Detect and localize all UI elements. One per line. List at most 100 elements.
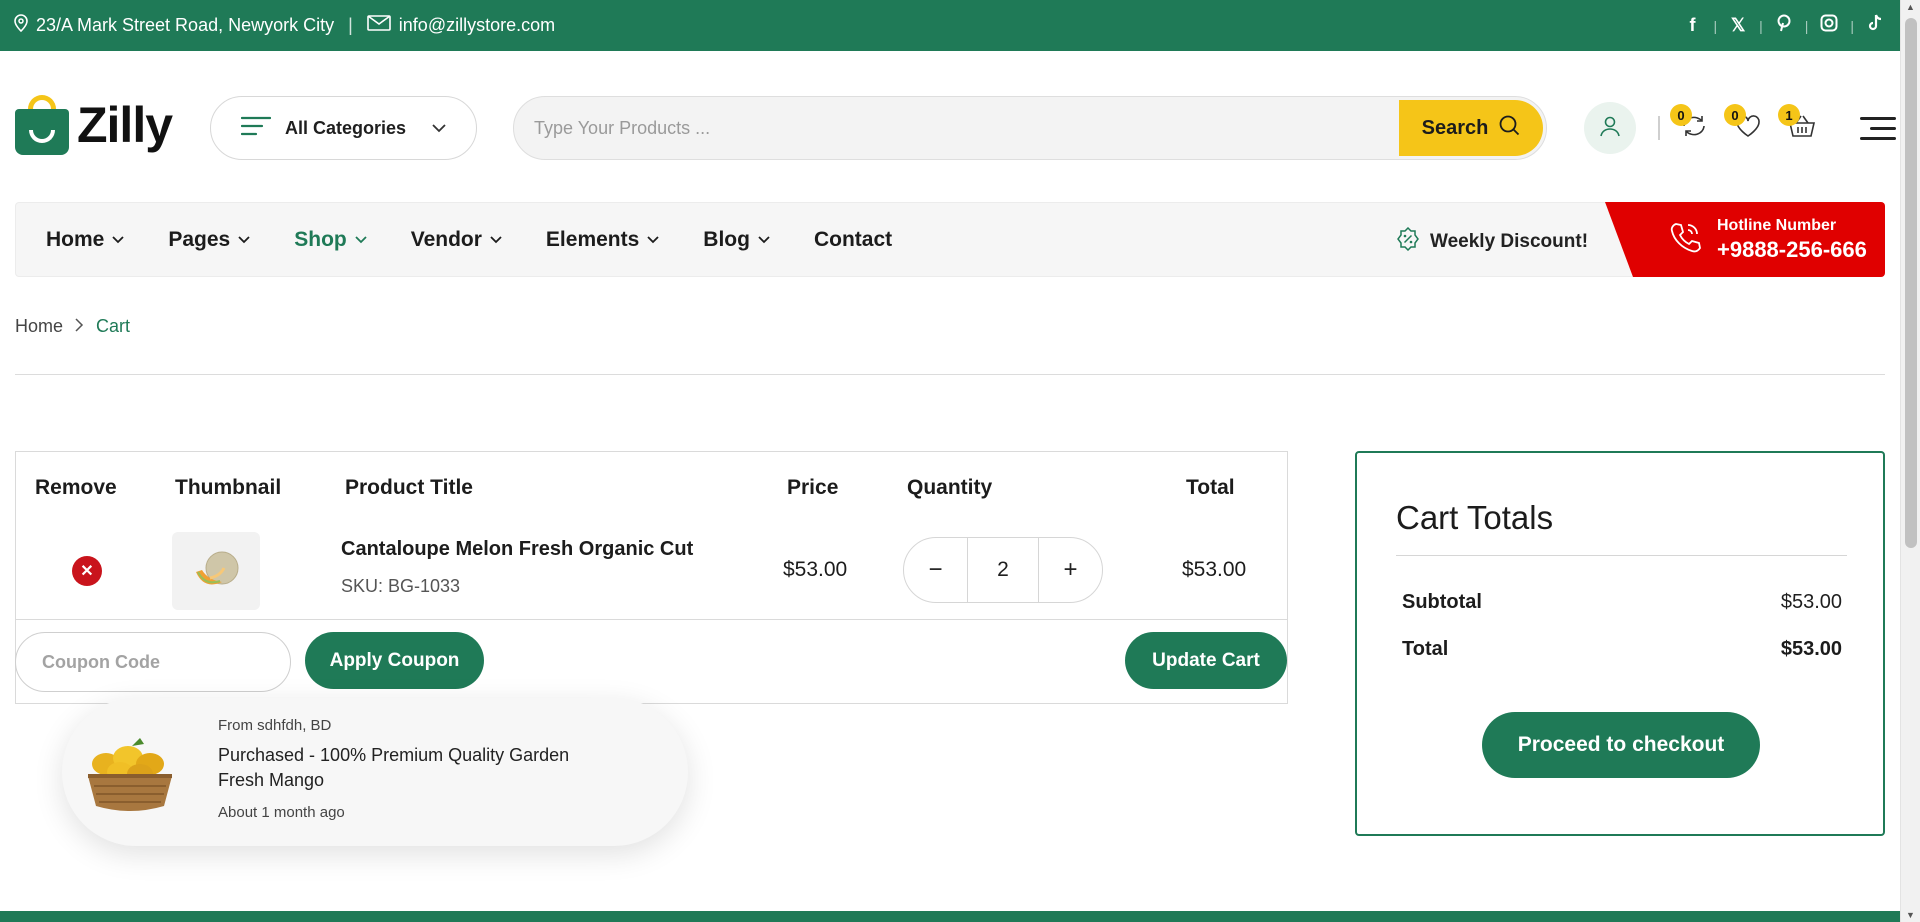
breadcrumb: Home Cart bbox=[15, 316, 130, 337]
account-button[interactable] bbox=[1584, 102, 1636, 154]
instagram-icon[interactable] bbox=[1818, 14, 1840, 37]
scroll-down-arrow-icon[interactable]: ▼ bbox=[1906, 910, 1915, 920]
nav-item-label: Vendor bbox=[410, 227, 482, 251]
compare-count-badge: 0 bbox=[1670, 104, 1692, 126]
weekly-discount-link[interactable]: Weekly Discount! bbox=[1396, 226, 1589, 257]
header-remove: Remove bbox=[35, 476, 117, 499]
nav-item-label: Elements bbox=[545, 227, 640, 251]
search-input[interactable] bbox=[514, 97, 1399, 159]
weekly-discount-label: Weekly Discount! bbox=[1430, 231, 1589, 252]
hotline-label: Hotline Number bbox=[1717, 216, 1837, 234]
cart-table: Remove Thumbnail Product Title Price Qua… bbox=[15, 451, 1288, 704]
page-scrollbar[interactable]: ▲ ▼ bbox=[1900, 0, 1920, 922]
purchase-time: About 1 month ago bbox=[218, 804, 345, 821]
email-item[interactable]: info@zillystore.com bbox=[366, 15, 555, 36]
chevron-down-icon bbox=[758, 232, 770, 247]
compare-button[interactable]: 0 bbox=[1670, 104, 1714, 148]
all-categories-dropdown[interactable]: All Categories bbox=[210, 96, 477, 160]
row-divider bbox=[16, 619, 1287, 620]
nav-item-home[interactable]: Home bbox=[46, 228, 124, 252]
nav-item-contact[interactable]: Contact bbox=[814, 228, 892, 252]
nav-item-vendor[interactable]: Vendor bbox=[411, 228, 502, 252]
nav-item-label: Pages bbox=[168, 227, 231, 251]
search-bar: Search bbox=[513, 96, 1547, 160]
product-sku: SKU: BG-1033 bbox=[341, 576, 461, 596]
x-icon[interactable]: 𝕏 bbox=[1727, 15, 1749, 36]
social-links: f | 𝕏 | | | bbox=[1681, 14, 1886, 37]
update-cart-button[interactable]: Update Cart bbox=[1125, 632, 1287, 689]
subtotal-label: Subtotal bbox=[1402, 591, 1482, 613]
mango-basket-image bbox=[88, 738, 172, 811]
menu-lines-icon bbox=[240, 116, 272, 141]
categories-label: All Categories bbox=[285, 117, 407, 138]
product-line-total: $53.00 bbox=[1182, 558, 1247, 581]
address-text: 23/A Mark Street Road, Newyork City bbox=[36, 15, 335, 35]
coupon-code-input[interactable]: Coupon Code bbox=[15, 632, 291, 692]
remove-item-button[interactable]: ✕ bbox=[72, 556, 102, 586]
cart-totals-heading: Cart Totals bbox=[1396, 499, 1554, 536]
pinterest-icon[interactable] bbox=[1773, 14, 1795, 37]
wishlist-button[interactable]: 0 bbox=[1724, 104, 1768, 148]
close-icon: ✕ bbox=[80, 563, 94, 580]
chevron-down-icon bbox=[355, 232, 367, 247]
subtotal-row: Subtotal $53.00 bbox=[1402, 591, 1842, 614]
total-value: $53.00 bbox=[1780, 638, 1842, 660]
breadcrumb-current: Cart bbox=[96, 316, 131, 336]
tiktok-icon[interactable] bbox=[1864, 14, 1886, 37]
chevron-right-icon bbox=[75, 316, 84, 337]
nav-item-shop[interactable]: Shop bbox=[294, 228, 367, 252]
shopping-bag-logo-icon bbox=[15, 95, 69, 155]
product-price: $53.00 bbox=[783, 558, 848, 581]
top-info-bar: 23/A Mark Street Road, Newyork City | in… bbox=[0, 0, 1900, 51]
purchase-location: From sdhfdh, BD bbox=[218, 717, 332, 734]
search-button[interactable]: Search bbox=[1399, 100, 1543, 156]
user-icon bbox=[1599, 115, 1621, 142]
total-row: Total $53.00 bbox=[1402, 638, 1842, 661]
decrease-quantity-button[interactable]: − bbox=[904, 556, 967, 584]
nav-item-blog[interactable]: Blog bbox=[703, 228, 770, 252]
topbar-separator: | bbox=[348, 15, 353, 35]
nav-item-label: Shop bbox=[294, 227, 347, 251]
nav-item-label: Home bbox=[46, 227, 105, 251]
header-icons: 0 0 1 bbox=[1584, 101, 1896, 155]
nav-item-pages[interactable]: Pages bbox=[168, 228, 250, 252]
hotline-number[interactable]: +9888-256-666 bbox=[1717, 237, 1867, 263]
product-title-link[interactable]: Cantaloupe Melon Fresh Organic Cut bbox=[341, 538, 693, 561]
subtotal-value: $53.00 bbox=[1780, 591, 1842, 613]
chevron-down-icon bbox=[112, 232, 124, 247]
chevron-down-icon bbox=[490, 232, 502, 247]
chevron-down-icon bbox=[432, 120, 446, 136]
nav-item-label: Contact bbox=[813, 227, 893, 251]
product-thumbnail[interactable] bbox=[172, 532, 260, 610]
quantity-stepper: − 2 + bbox=[903, 537, 1103, 603]
proceed-to-checkout-button[interactable]: Proceed to checkout bbox=[1482, 712, 1760, 778]
scrollbar-thumb[interactable] bbox=[1905, 18, 1917, 548]
hotline-box[interactable]: Hotline Number +9888-256-666 bbox=[1605, 202, 1885, 277]
scroll-up-arrow-icon[interactable]: ▲ bbox=[1906, 2, 1915, 12]
facebook-icon[interactable]: f bbox=[1681, 15, 1703, 36]
nav-item-label: Blog bbox=[703, 227, 750, 251]
email-link[interactable]: info@zillystore.com bbox=[399, 15, 555, 36]
header-divider bbox=[1658, 116, 1660, 140]
footer-top-edge bbox=[0, 911, 1900, 922]
cart-button[interactable]: 1 bbox=[1778, 104, 1822, 148]
quantity-input[interactable]: 2 bbox=[967, 538, 1039, 602]
recent-purchase-popup[interactable]: From sdhfdh, BD Purchased - 100% Premium… bbox=[62, 698, 688, 846]
header-thumbnail: Thumbnail bbox=[175, 476, 282, 499]
logo-text: Zilly bbox=[77, 97, 173, 153]
breadcrumb-home[interactable]: Home bbox=[15, 316, 63, 337]
hotline-text: Hotline Number +9888-256-666 bbox=[1717, 217, 1867, 263]
header-product-title: Product Title bbox=[345, 476, 473, 499]
chevron-down-icon bbox=[647, 232, 659, 247]
total-label: Total bbox=[1402, 638, 1449, 660]
site-logo[interactable]: Zilly bbox=[15, 95, 173, 155]
increase-quantity-button[interactable]: + bbox=[1039, 556, 1102, 584]
purchase-product-title[interactable]: Purchased - 100% Premium Quality Garden … bbox=[218, 743, 598, 793]
melon-image bbox=[196, 551, 239, 585]
nav-item-elements[interactable]: Elements bbox=[546, 228, 659, 252]
search-button-label: Search bbox=[1421, 116, 1489, 139]
apply-coupon-button[interactable]: Apply Coupon bbox=[305, 632, 484, 689]
main-navigation: Home Pages Shop Vendor Elements Blog Con… bbox=[15, 202, 1885, 277]
mail-icon bbox=[366, 15, 391, 36]
hamburger-menu-icon[interactable] bbox=[1860, 116, 1896, 140]
